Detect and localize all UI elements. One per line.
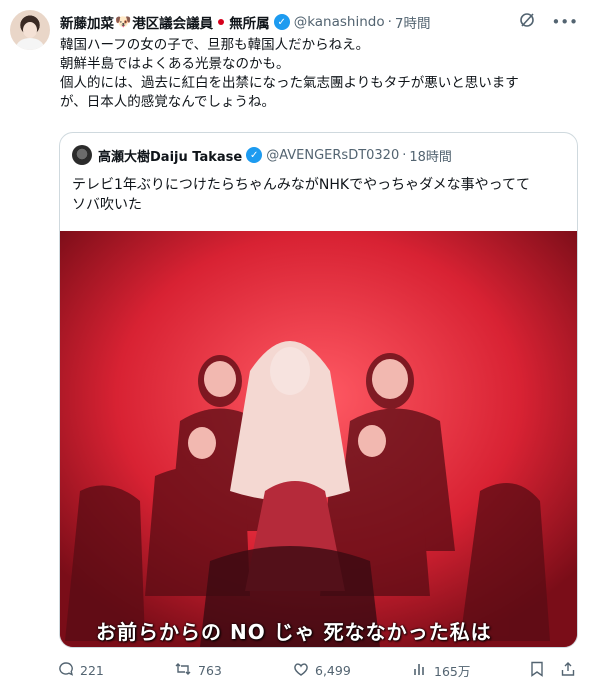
quoted-post[interactable]: 高瀬大樹Daiju Takase ✓ @AVENGERsDT0320 · 18時… bbox=[59, 132, 578, 648]
author-handle[interactable]: @kanashindo bbox=[294, 14, 385, 30]
repost-count: 763 bbox=[198, 662, 222, 678]
view-count: 165万 bbox=[434, 663, 471, 679]
like-button[interactable]: 6,499 bbox=[293, 661, 351, 680]
bar-chart-icon bbox=[412, 661, 428, 680]
japan-flag-icon bbox=[218, 18, 225, 25]
quoted-author-name[interactable]: 高瀬大樹Daiju Takase bbox=[98, 146, 242, 165]
repost-icon bbox=[174, 661, 192, 680]
author-name-suffix[interactable]: 港区議会議員 bbox=[132, 12, 213, 32]
like-count: 6,499 bbox=[315, 662, 351, 678]
post-text: 韓国ハーフの女の子で、旦那も韓国人だからねえ。 朝鮮半島ではよくある光景なのかも… bbox=[60, 37, 519, 110]
quoted-post-header: 高瀬大樹Daiju Takase ✓ @AVENGERsDT0320 · 18時… bbox=[72, 145, 452, 165]
heart-icon bbox=[293, 661, 309, 680]
separator-dot: · bbox=[387, 14, 392, 30]
video-subtitle: お前らからの NO じゃ 死ななかった私は bbox=[96, 620, 492, 644]
author-name[interactable]: 新藤加菜 bbox=[60, 12, 114, 32]
quoted-author-avatar[interactable] bbox=[72, 145, 92, 165]
post-header: 新藤加菜 🐶 港区議会議員 無所属 ✓ @kanashindo · 7時間 ••… bbox=[60, 12, 578, 32]
quoted-media-image[interactable]: お前らからの NO じゃ 死ななかった私は bbox=[60, 231, 577, 647]
action-bar: 221 763 6,499 165万 bbox=[58, 659, 580, 681]
more-icon[interactable]: ••• bbox=[551, 13, 578, 31]
quoted-author-handle[interactable]: @AVENGERsDT0320 bbox=[266, 148, 399, 163]
quoted-post-time[interactable]: 18時間 bbox=[409, 146, 452, 165]
reply-button[interactable]: 221 bbox=[58, 661, 104, 680]
verified-badge-icon: ✓ bbox=[273, 14, 290, 30]
share-button[interactable] bbox=[560, 661, 576, 680]
dog-emoji-icon: 🐶 bbox=[115, 14, 132, 30]
verified-badge-icon: ✓ bbox=[246, 147, 263, 163]
share-icon bbox=[560, 661, 576, 680]
post-time[interactable]: 7時間 bbox=[395, 12, 431, 32]
avatar[interactable] bbox=[10, 10, 50, 50]
repost-button[interactable]: 763 bbox=[174, 661, 222, 680]
bookmark-button[interactable] bbox=[530, 661, 544, 680]
author-affiliation[interactable]: 無所属 bbox=[229, 12, 270, 32]
reply-count: 221 bbox=[80, 662, 104, 678]
quoted-post-text: テレビ1年ぶりにつけたらちゃんみながNHKでやっちゃダメな事やってて ソバ吹いた bbox=[72, 177, 530, 213]
header-actions: ••• bbox=[519, 12, 578, 32]
views-button[interactable]: 165万 bbox=[412, 661, 470, 680]
reply-icon bbox=[58, 661, 74, 680]
bookmark-icon bbox=[530, 661, 544, 680]
separator-dot: · bbox=[402, 147, 407, 163]
grok-icon[interactable] bbox=[519, 12, 535, 32]
